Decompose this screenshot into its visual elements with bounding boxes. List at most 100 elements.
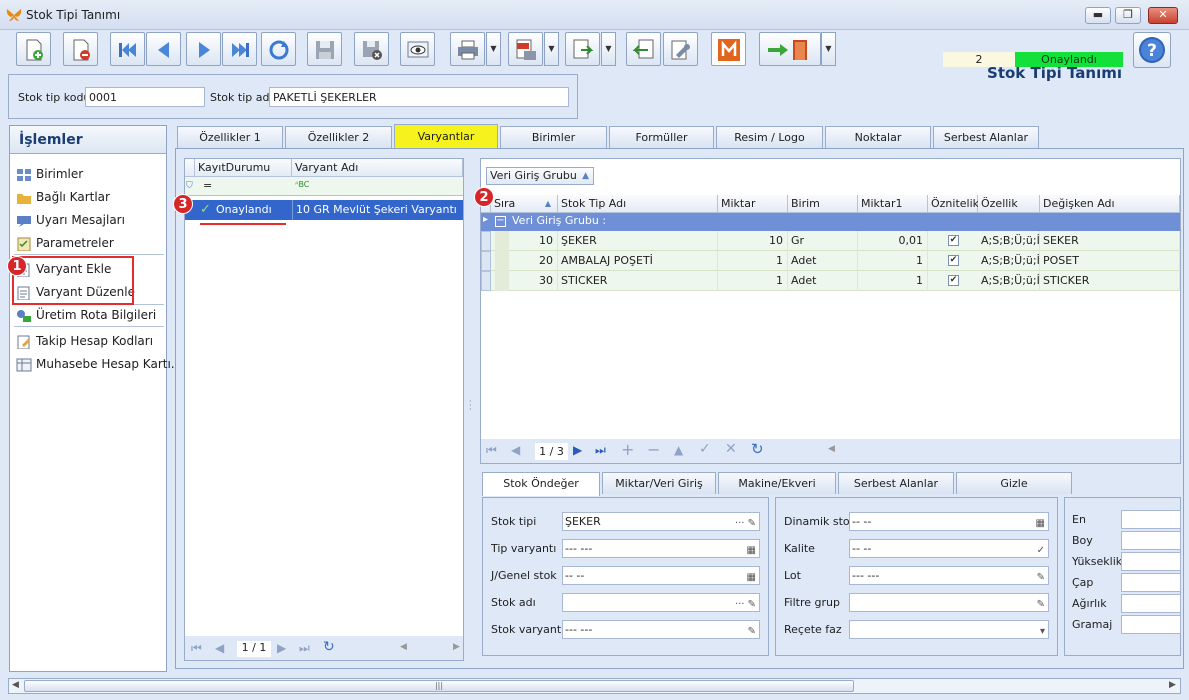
- lookup-icon[interactable]: ··· ✎: [735, 515, 756, 532]
- field-input[interactable]: ŞEKER ··· ✎: [562, 512, 760, 531]
- export-pdf-button[interactable]: [508, 32, 543, 66]
- scroll-left-icon[interactable]: ◀: [400, 642, 407, 652]
- tab-ozellikler-1[interactable]: Özellikler 1: [177, 126, 283, 148]
- lookup-icon[interactable]: ▦: [747, 542, 756, 559]
- tab-makine-ekveri[interactable]: Makine/Ekveri: [718, 472, 836, 494]
- col-ozellik[interactable]: Özellik: [978, 195, 1040, 213]
- dimension-input[interactable]: [1121, 531, 1181, 550]
- tab-resim-logo[interactable]: Resim / Logo: [716, 126, 823, 148]
- nav-remove-icon[interactable]: −: [647, 440, 660, 459]
- item-uretim-rota[interactable]: Üretim Rota Bilgileri: [16, 305, 156, 325]
- tab-varyantlar[interactable]: Varyantlar: [394, 124, 498, 149]
- group-button[interactable]: Veri Giriş Grubu ▲: [486, 167, 594, 185]
- nav-next-icon[interactable]: ▶: [277, 641, 286, 655]
- nav-prev-icon[interactable]: ◀: [511, 443, 520, 457]
- field-input[interactable]: -- -- ✓: [849, 539, 1049, 558]
- nav-first-icon[interactable]: ⏮: [486, 443, 497, 458]
- preview-button[interactable]: [400, 32, 435, 66]
- cancel-save-button[interactable]: [354, 32, 389, 66]
- tab-birimler[interactable]: Birimler: [500, 126, 607, 148]
- dimension-input[interactable]: [1121, 594, 1181, 613]
- nav-next-icon[interactable]: ▶: [573, 443, 582, 457]
- new-record-button[interactable]: [16, 32, 51, 66]
- tab-noktalar[interactable]: Noktalar: [825, 126, 931, 148]
- col-miktar[interactable]: Miktar: [718, 195, 788, 213]
- nav-first-icon[interactable]: ⏮: [191, 641, 202, 656]
- scroll-right-icon[interactable]: ▶: [453, 642, 460, 652]
- export-dropdown[interactable]: ▼: [601, 32, 616, 66]
- lookup-icon[interactable]: ✎: [748, 623, 756, 640]
- previous-record-button[interactable]: [146, 32, 181, 66]
- dimension-input[interactable]: [1121, 573, 1181, 592]
- item-parametreler[interactable]: Parametreler: [16, 233, 114, 253]
- item-birimler[interactable]: Birimler: [16, 164, 83, 184]
- export-button[interactable]: [565, 32, 600, 66]
- next-record-button[interactable]: [186, 32, 221, 66]
- row-selector[interactable]: [481, 231, 491, 251]
- m-button[interactable]: [711, 32, 746, 66]
- tab-gizle[interactable]: Gizle: [956, 472, 1072, 494]
- splitter-handle[interactable]: · · ·: [469, 398, 472, 414]
- save-button[interactable]: [307, 32, 342, 66]
- item-muhasebe-hesap[interactable]: Muhasebe Hesap Kartı...: [16, 354, 182, 374]
- field-input[interactable]: --- --- ✎: [562, 620, 760, 639]
- dimension-input[interactable]: [1121, 552, 1181, 571]
- lookup-icon[interactable]: ▦: [1036, 515, 1045, 532]
- dimension-input[interactable]: [1121, 510, 1181, 529]
- tools-button[interactable]: [663, 32, 698, 66]
- table-row[interactable]: ✓ Onaylandı 10 GR Mevlüt Şekeri Varyantı: [185, 200, 463, 220]
- col-birim[interactable]: Birim: [788, 195, 858, 213]
- field-input[interactable]: ▾: [849, 620, 1049, 639]
- minimize-button[interactable]: ▬: [1085, 7, 1111, 24]
- col-varyant-adi[interactable]: Varyant Adı: [292, 159, 463, 177]
- field-input[interactable]: --- --- ▦: [562, 539, 760, 558]
- oznitelik-checkbox[interactable]: ✔: [948, 275, 959, 286]
- nav-last-icon[interactable]: ⏭: [299, 641, 310, 656]
- collapse-icon[interactable]: −: [495, 216, 506, 227]
- refresh-button[interactable]: [261, 32, 296, 66]
- tab-serbest-alanlar-sub[interactable]: Serbest Alanlar: [838, 472, 954, 494]
- col-stok-tip-adi[interactable]: Stok Tip Adı: [558, 195, 718, 213]
- lookup-icon[interactable]: ✎: [1037, 569, 1045, 586]
- field-input[interactable]: ✎: [849, 593, 1049, 612]
- item-takip-hesap[interactable]: Takip Hesap Kodları: [16, 331, 153, 351]
- close-button[interactable]: ✕: [1148, 7, 1178, 24]
- nav-up-icon[interactable]: ▲: [674, 443, 683, 457]
- lookup-icon[interactable]: ▦: [747, 569, 756, 586]
- col-sira[interactable]: Sıra ▲: [491, 195, 558, 213]
- lookup-icon[interactable]: ✎: [1037, 596, 1045, 613]
- field-input[interactable]: -- -- ▦: [849, 512, 1049, 531]
- name-input[interactable]: PAKETLİ ŞEKERLER: [269, 87, 569, 107]
- nav-cancel-icon[interactable]: ✕: [725, 441, 737, 457]
- row-selector[interactable]: [481, 251, 491, 271]
- col-miktar1[interactable]: Miktar1: [858, 195, 928, 213]
- col-oznitelik[interactable]: Öznitelik: [928, 195, 979, 213]
- filter-row[interactable]: ⛉ = ᴬBC: [185, 177, 463, 196]
- oznitelik-checkbox[interactable]: ✔: [948, 255, 959, 266]
- print-dropdown[interactable]: ▼: [486, 32, 501, 66]
- horizontal-scrollbar[interactable]: ◀ ||| ▶: [8, 678, 1181, 694]
- oznitelik-checkbox[interactable]: ✔: [948, 235, 959, 246]
- maximize-button[interactable]: ❐: [1115, 7, 1141, 24]
- field-input[interactable]: --- --- ✎: [849, 566, 1049, 585]
- last-record-button[interactable]: [222, 32, 257, 66]
- nav-refresh-icon[interactable]: ↻: [323, 639, 335, 655]
- table-row[interactable]: 30 STICKER 1 Adet 1 A;S;B;Ü;ü;İ STICKER ✔: [481, 271, 1180, 291]
- col-kayit-durumu[interactable]: KayıtDurumu: [195, 159, 292, 177]
- help-button[interactable]: ?: [1133, 32, 1171, 68]
- lookup-icon[interactable]: ✓: [1037, 542, 1045, 559]
- group-row[interactable]: ▸ − Veri Giriş Grubu :: [481, 213, 1180, 231]
- item-bagli-kartlar[interactable]: Bağlı Kartlar: [16, 187, 110, 207]
- import-button[interactable]: [626, 32, 661, 66]
- scroll-left-icon[interactable]: ◀: [12, 680, 19, 690]
- table-row[interactable]: 20 AMBALAJ POŞETİ 1 Adet 1 A;S;B;Ü;ü;İ POSET ✔: [481, 251, 1180, 271]
- code-input[interactable]: 0001: [85, 87, 205, 107]
- nav-prev-icon[interactable]: ◀: [215, 641, 224, 655]
- scroll-left-icon[interactable]: ◀: [828, 444, 835, 454]
- item-uyari-mesajlari[interactable]: Uyarı Mesajları: [16, 210, 125, 230]
- tab-formuller[interactable]: Formüller: [609, 126, 714, 148]
- col-degisken-adi[interactable]: Değişken Adı: [1040, 195, 1180, 213]
- dimension-input[interactable]: [1121, 615, 1181, 634]
- exit-button[interactable]: [759, 32, 821, 66]
- nav-refresh-icon[interactable]: ↻: [751, 440, 764, 458]
